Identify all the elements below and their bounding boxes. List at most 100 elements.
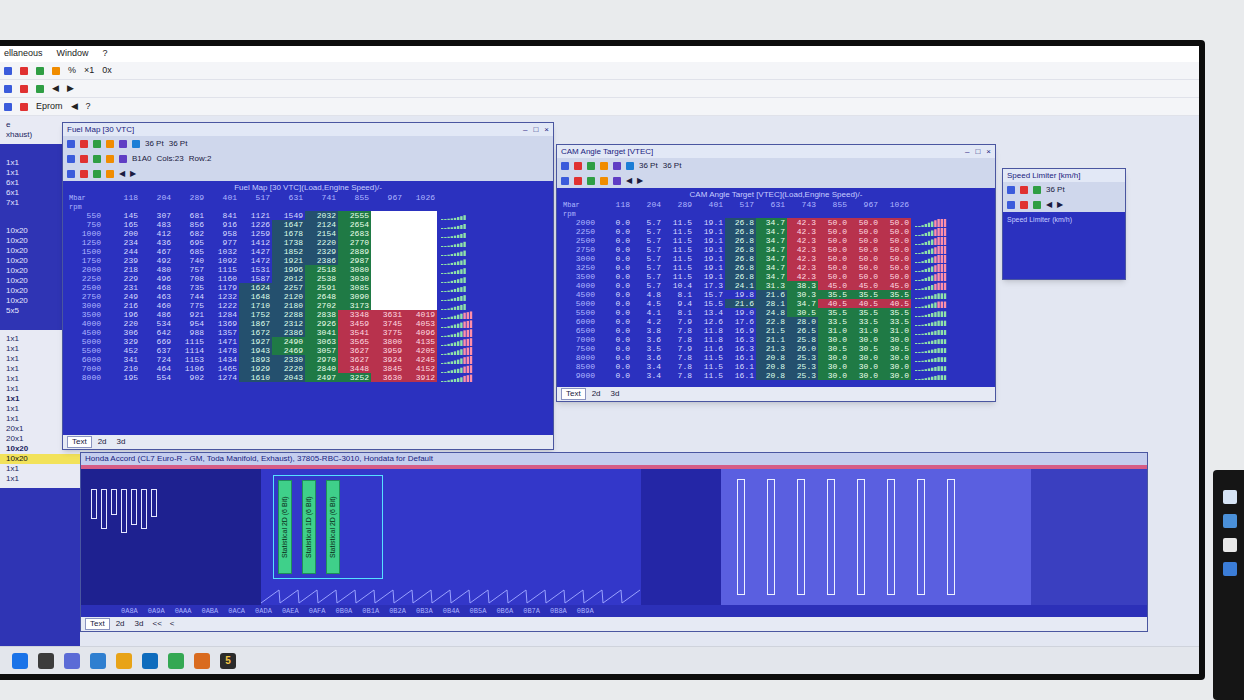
nav-button[interactable]: < xyxy=(167,619,178,629)
table-cell[interactable]: 26.5 xyxy=(787,326,818,335)
table-cell[interactable]: 26.8 xyxy=(725,263,756,272)
table-cell[interactable]: 1927 xyxy=(239,337,272,346)
table-cell[interactable]: 2220 xyxy=(272,364,305,373)
table-cell[interactable]: 464 xyxy=(140,364,173,373)
table-cell[interactable]: 30.5 xyxy=(849,344,880,353)
table-cell[interactable]: 2032 xyxy=(305,211,338,220)
tool-icon[interactable] xyxy=(1033,186,1041,194)
table-cell[interactable]: 0.0 xyxy=(601,335,632,344)
table-cell[interactable] xyxy=(404,265,437,274)
table-cell[interactable]: 249 xyxy=(107,292,140,301)
table-cell[interactable]: 26.8 xyxy=(725,272,756,281)
table-cell[interactable]: 744 xyxy=(173,292,206,301)
table-cell[interactable]: 329 xyxy=(107,337,140,346)
table-cell[interactable]: 11.5 xyxy=(694,371,725,380)
table-cell[interactable]: 2683 xyxy=(338,229,371,238)
table-cell[interactable]: 3924 xyxy=(371,355,404,364)
tool-icon[interactable] xyxy=(4,103,12,111)
table-cell[interactable]: 30.0 xyxy=(849,362,880,371)
table-cell[interactable]: 21.5 xyxy=(756,326,787,335)
table-cell[interactable] xyxy=(371,211,404,220)
table-cell[interactable]: 30.0 xyxy=(818,371,849,380)
table-cell[interactable]: 50.0 xyxy=(880,236,911,245)
table-cell[interactable]: 1996 xyxy=(272,265,305,274)
table-row[interactable]: 20000.05.711.519.126.834.742.350.050.050… xyxy=(563,218,989,227)
table-cell[interactable]: 1478 xyxy=(206,346,239,355)
table-cell[interactable]: 34.7 xyxy=(756,263,787,272)
table-cell[interactable]: 4096 xyxy=(404,328,437,337)
tool-icon[interactable] xyxy=(4,85,12,93)
tool-icon[interactable] xyxy=(106,170,114,178)
table-row[interactable]: 80000.03.67.811.516.120.825.330.030.030.… xyxy=(563,353,989,362)
table-cell[interactable]: 3057 xyxy=(305,346,338,355)
table-cell[interactable]: 463 xyxy=(140,292,173,301)
table-cell[interactable]: 1678 xyxy=(272,229,305,238)
table-cell[interactable]: 2220 xyxy=(305,238,338,247)
tool-icon[interactable] xyxy=(4,67,12,75)
table-cell[interactable]: 30.0 xyxy=(849,335,880,344)
table-cell[interactable] xyxy=(371,274,404,283)
table-cell[interactable]: 1153 xyxy=(173,355,206,364)
table-cell[interactable]: 1427 xyxy=(239,247,272,256)
tool-icon[interactable] xyxy=(119,140,127,148)
table-cell[interactable]: 2591 xyxy=(305,283,338,292)
table-row[interactable]: 30000.05.711.519.126.834.742.350.050.050… xyxy=(563,254,989,263)
table-cell[interactable]: 1648 xyxy=(239,292,272,301)
tool-icon[interactable] xyxy=(106,140,114,148)
table-cell[interactable]: 50.0 xyxy=(880,272,911,281)
table-cell[interactable]: 50.0 xyxy=(818,272,849,281)
table-cell[interactable] xyxy=(371,301,404,310)
table-row[interactable]: 250023146873511791624225725913085 xyxy=(69,283,547,292)
table-row[interactable]: 4500306642988135716722386304135413775409… xyxy=(69,328,547,337)
tool-icon[interactable] xyxy=(119,155,127,163)
taskbar-app-icon[interactable] xyxy=(38,653,54,669)
tool-icon[interactable] xyxy=(52,67,60,75)
table-cell[interactable]: 34.7 xyxy=(756,218,787,227)
table-cell[interactable]: 17.6 xyxy=(725,317,756,326)
tool-icon[interactable] xyxy=(561,177,569,185)
table-cell[interactable]: 50.0 xyxy=(849,254,880,263)
table-cell[interactable]: 3565 xyxy=(338,337,371,346)
map-label[interactable]: Statistical 1D (6 Bit) xyxy=(302,480,316,574)
table-cell[interactable]: 5.7 xyxy=(632,263,663,272)
table-cell[interactable]: 1647 xyxy=(272,220,305,229)
table-cell[interactable]: 2386 xyxy=(272,328,305,337)
table-cell[interactable] xyxy=(371,265,404,274)
table-cell[interactable]: 20.8 xyxy=(756,371,787,380)
table-cell[interactable]: 775 xyxy=(173,301,206,310)
table-cell[interactable]: 467 xyxy=(140,247,173,256)
tool-icon[interactable] xyxy=(600,177,608,185)
table-cell[interactable]: 1222 xyxy=(206,301,239,310)
table-cell[interactable]: 244 xyxy=(107,247,140,256)
window-control[interactable]: – xyxy=(965,147,969,157)
table-row[interactable]: 5500452637111414781943246930573627395942… xyxy=(69,346,547,355)
table-cell[interactable]: 35.5 xyxy=(880,290,911,299)
table-cell[interactable]: 218 xyxy=(107,265,140,274)
taskbar-app-icon[interactable] xyxy=(90,653,106,669)
table-cell[interactable]: 695 xyxy=(173,238,206,247)
toolbar-item[interactable]: 36 Pt xyxy=(1046,184,1065,196)
table-row[interactable]: 22500.05.711.519.126.834.742.350.050.050… xyxy=(563,227,989,236)
view-tab[interactable]: Text xyxy=(85,618,110,630)
table-cell[interactable]: 19.1 xyxy=(694,236,725,245)
table-cell[interactable]: 17.3 xyxy=(694,281,725,290)
toolbar-item[interactable]: ▶ xyxy=(67,82,74,96)
table-cell[interactable]: 669 xyxy=(140,337,173,346)
tool-icon[interactable] xyxy=(80,140,88,148)
sidebar-item[interactable]: 1x1 xyxy=(0,464,80,474)
table-cell[interactable]: 19.1 xyxy=(694,227,725,236)
table-cell[interactable]: 2330 xyxy=(272,355,305,364)
table-cell[interactable]: 436 xyxy=(140,238,173,247)
table-cell[interactable]: 200 xyxy=(107,229,140,238)
table-cell[interactable]: 0.0 xyxy=(601,344,632,353)
table-cell[interactable]: 8.1 xyxy=(663,308,694,317)
table-cell[interactable]: 916 xyxy=(206,220,239,229)
table-row[interactable]: 300021646077512221710218027023173 xyxy=(69,301,547,310)
table-cell[interactable]: 1929 xyxy=(239,364,272,373)
table-cell[interactable]: 42.3 xyxy=(787,245,818,254)
table-cell[interactable]: 4053 xyxy=(404,319,437,328)
tool-icon[interactable] xyxy=(93,155,101,163)
table-cell[interactable]: 0.0 xyxy=(601,281,632,290)
tool-icon[interactable] xyxy=(80,155,88,163)
table-cell[interactable]: 16.1 xyxy=(725,353,756,362)
